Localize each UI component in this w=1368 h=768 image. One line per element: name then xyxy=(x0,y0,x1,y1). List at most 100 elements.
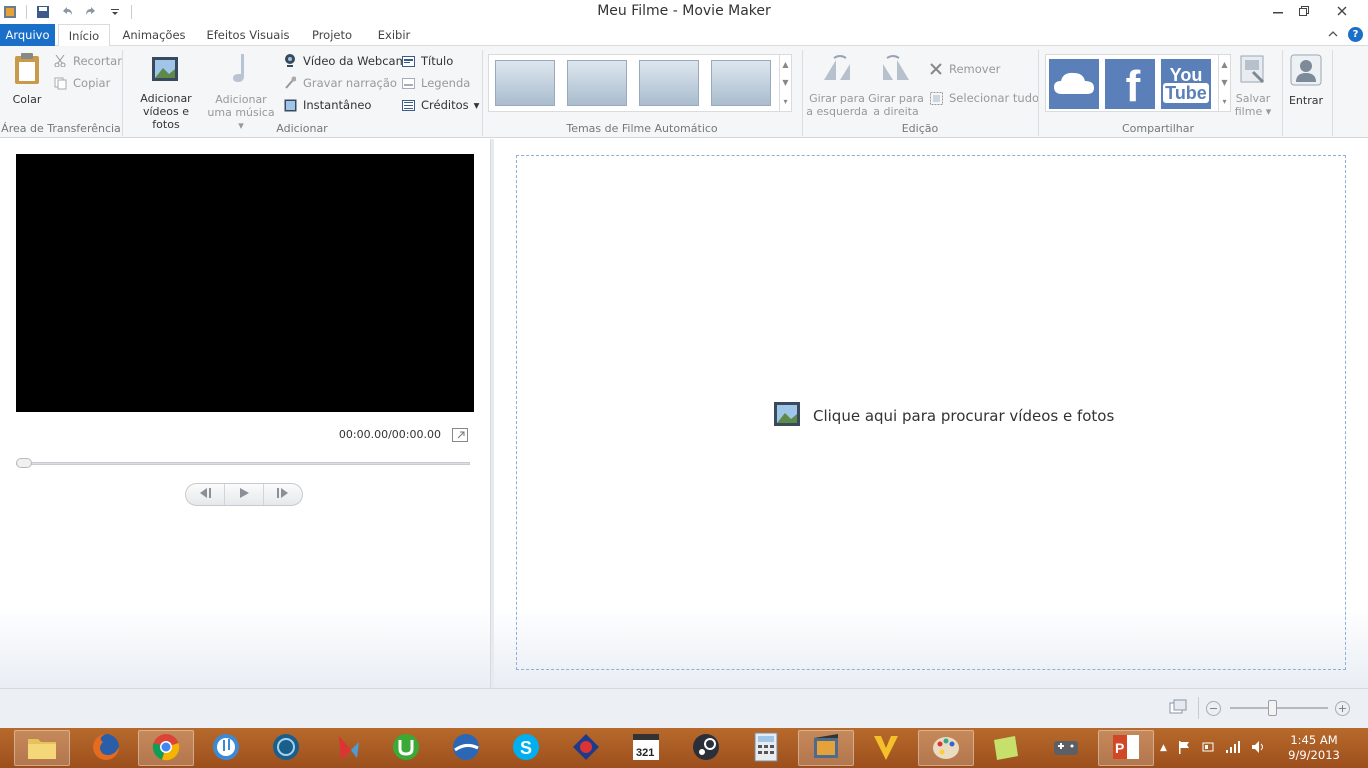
next-frame-icon xyxy=(275,487,291,502)
expand-gallery-icon[interactable]: ▾ xyxy=(1222,97,1226,106)
caption-button[interactable]: Legenda xyxy=(400,74,470,92)
notes-app-icon xyxy=(991,732,1021,765)
scroll-down-icon[interactable]: ▼ xyxy=(782,78,788,87)
share-gallery-scroll[interactable]: ▲ ▼ ▾ xyxy=(1218,55,1230,111)
theme-thumbnail[interactable] xyxy=(639,60,699,106)
rotate-left-button[interactable]: Girar para a esquerda xyxy=(806,54,868,118)
title-icon xyxy=(400,53,416,69)
fullscreen-preview-icon[interactable] xyxy=(452,428,468,442)
thumbnail-size-icon[interactable] xyxy=(1168,699,1188,717)
paste-button[interactable]: Colar xyxy=(8,52,46,106)
storyboard-area[interactable]: Clique aqui para procurar vídeos e fotos xyxy=(516,155,1346,670)
taskbar-app[interactable] xyxy=(978,730,1034,766)
previous-frame-button[interactable] xyxy=(186,484,225,505)
zoom-in-button[interactable]: + xyxy=(1335,701,1350,716)
taskbar-chrome[interactable] xyxy=(138,730,194,766)
zoom-out-button[interactable]: − xyxy=(1206,701,1221,716)
rotate-right-icon xyxy=(879,54,913,87)
taskbar-firefox[interactable] xyxy=(78,730,134,766)
save-movie-button[interactable]: Salvar filme ▾ xyxy=(1234,54,1272,118)
youtube-icon: You Tube xyxy=(1163,65,1209,103)
youtube-share-button[interactable]: You Tube xyxy=(1161,59,1211,109)
theme-thumbnail[interactable] xyxy=(567,60,627,106)
taskbar-game[interactable] xyxy=(1038,730,1094,766)
seek-thumb[interactable] xyxy=(16,458,32,468)
tab-home[interactable]: Início xyxy=(58,24,110,47)
expand-gallery-icon[interactable]: ▾ xyxy=(783,97,787,106)
credits-icon xyxy=(400,97,416,113)
taskbar: S 321 P ▲ 1:45 AM 9/9/2013 xyxy=(0,728,1368,768)
onedrive-share-button[interactable] xyxy=(1049,59,1099,109)
copy-button[interactable]: Copiar xyxy=(52,74,110,92)
browse-videos-photos-link[interactable]: Clique aqui para procurar vídeos e fotos xyxy=(773,399,1114,433)
seek-bar[interactable] xyxy=(16,462,470,465)
rotate-right-button[interactable]: Girar para a direita xyxy=(868,54,924,118)
power-icon[interactable] xyxy=(1201,740,1215,757)
scroll-up-icon[interactable]: ▲ xyxy=(782,60,788,69)
status-bar: − + xyxy=(0,688,1368,728)
select-all-button[interactable]: Selecionar tudo xyxy=(928,89,1039,107)
theme-thumbnail[interactable] xyxy=(711,60,771,106)
tab-file[interactable]: Arquivo xyxy=(0,24,55,46)
save-movie-icon xyxy=(1239,54,1267,87)
title-button[interactable]: Título xyxy=(400,52,453,70)
zoom-slider[interactable] xyxy=(1230,707,1328,709)
record-narration-button[interactable]: Gravar narração▾ xyxy=(282,74,408,92)
close-button[interactable] xyxy=(1328,0,1356,22)
tab-project[interactable]: Projeto xyxy=(305,24,359,46)
facebook-share-button[interactable]: f xyxy=(1105,59,1155,111)
tab-animations[interactable]: Animações xyxy=(118,24,190,46)
taskbar-itunes[interactable] xyxy=(198,730,254,766)
movie-maker-icon xyxy=(811,732,841,765)
taskbar-calculator[interactable] xyxy=(738,730,794,766)
taskbar-movie-maker[interactable] xyxy=(798,730,854,766)
chrome-icon xyxy=(151,732,181,765)
snapshot-button[interactable]: Instantâneo xyxy=(282,96,371,114)
video-preview[interactable] xyxy=(16,154,474,412)
scroll-up-icon[interactable]: ▲ xyxy=(1221,60,1227,69)
add-music-button[interactable]: Adicionar uma música ▾ xyxy=(206,52,276,132)
zoom-slider-thumb[interactable] xyxy=(1268,700,1277,716)
cut-button[interactable]: Recortar xyxy=(52,52,122,70)
taskbar-media-player-classic[interactable]: 321 xyxy=(618,730,674,766)
restore-button[interactable] xyxy=(1294,0,1314,22)
taskbar-file-explorer[interactable] xyxy=(14,730,70,766)
volume-icon[interactable] xyxy=(1251,740,1267,757)
taskbar-google-earth[interactable] xyxy=(438,730,494,766)
pane-splitter[interactable] xyxy=(490,139,494,688)
taskbar-skype[interactable]: S xyxy=(498,730,554,766)
taskbar-app[interactable] xyxy=(258,730,314,766)
taskbar-utorrent[interactable] xyxy=(378,730,434,766)
previous-frame-icon xyxy=(197,487,213,502)
credits-button[interactable]: Créditos ▾ xyxy=(400,96,479,114)
sign-in-button[interactable]: Entrar xyxy=(1286,54,1326,107)
taskbar-powerpoint[interactable]: P xyxy=(1098,730,1154,766)
scroll-down-icon[interactable]: ▼ xyxy=(1221,78,1227,87)
action-center-flag-icon[interactable] xyxy=(1177,740,1191,757)
folder-icon xyxy=(26,733,58,764)
taskbar-ccleaner[interactable] xyxy=(318,730,374,766)
show-hidden-icons-icon[interactable]: ▲ xyxy=(1160,743,1167,753)
theme-thumbnail[interactable] xyxy=(495,60,555,106)
group-divider xyxy=(1332,50,1333,136)
user-icon xyxy=(1290,54,1322,89)
play-button[interactable] xyxy=(225,484,264,505)
taskbar-vectorian[interactable] xyxy=(858,730,914,766)
add-videos-photos-button[interactable]: Adicionar vídeos e fotos xyxy=(128,54,204,131)
help-icon[interactable]: ? xyxy=(1348,27,1363,42)
collapse-ribbon-icon[interactable] xyxy=(1326,27,1340,41)
gallery-scroll[interactable]: ▲ ▼ ▾ xyxy=(779,55,791,111)
minimize-button[interactable] xyxy=(1268,0,1288,22)
facebook-icon: f xyxy=(1125,62,1141,111)
remove-button[interactable]: Remover xyxy=(928,60,1000,78)
next-frame-button[interactable] xyxy=(264,484,302,505)
taskbar-steam[interactable] xyxy=(678,730,734,766)
ribbon: Colar Recortar Copiar Área de Transferên… xyxy=(0,46,1368,138)
taskbar-app[interactable] xyxy=(558,730,614,766)
tab-visual-effects[interactable]: Efeitos Visuais xyxy=(200,24,296,46)
network-signal-icon[interactable] xyxy=(1225,740,1241,757)
taskbar-clock[interactable]: 1:45 AM 9/9/2013 xyxy=(1284,733,1344,763)
taskbar-paint[interactable] xyxy=(918,730,974,766)
webcam-video-button[interactable]: Vídeo da Webcam xyxy=(282,52,407,70)
tab-view[interactable]: Exibir xyxy=(370,24,418,46)
